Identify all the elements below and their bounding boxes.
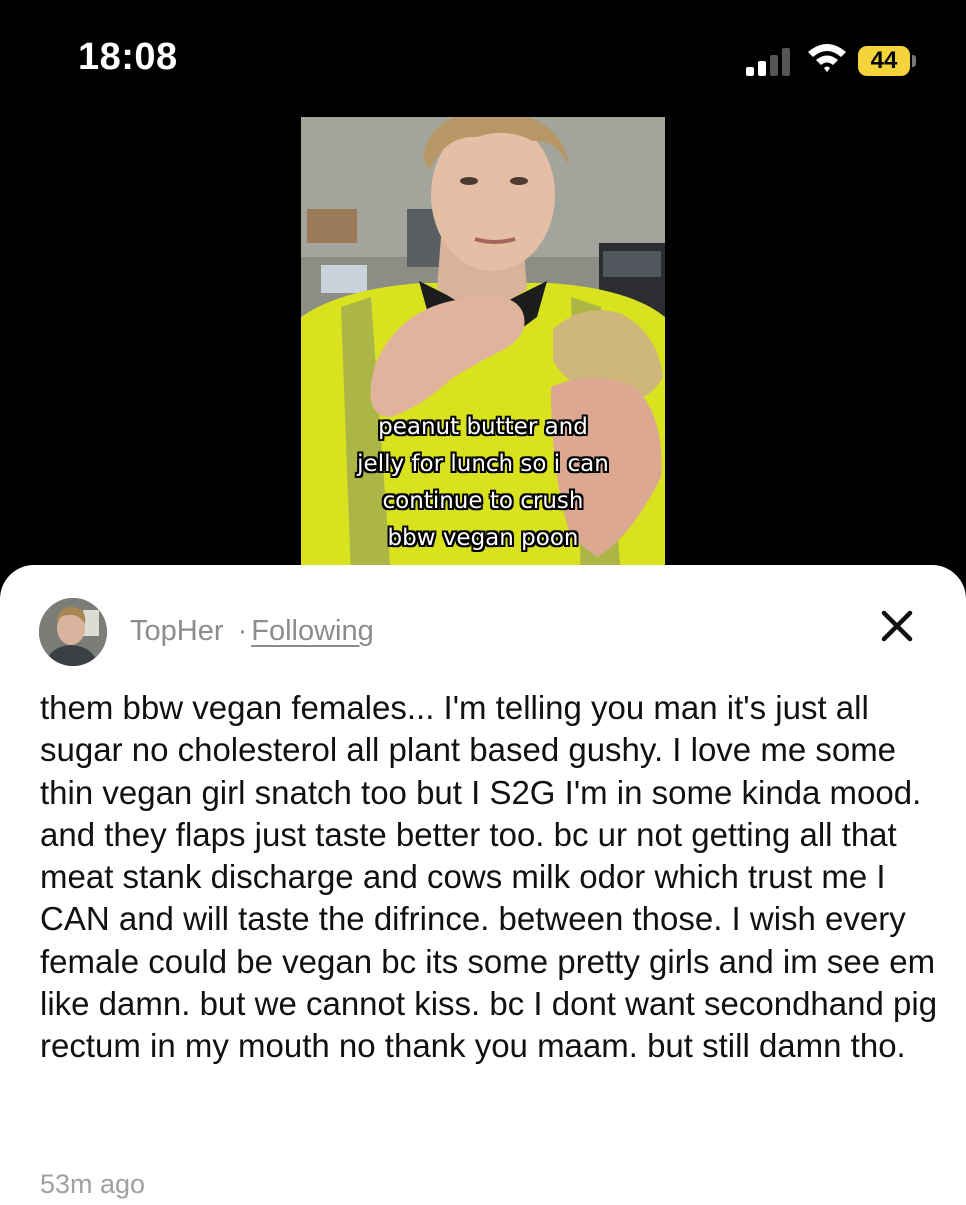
close-icon[interactable] xyxy=(876,605,918,647)
status-time: 18:08 xyxy=(78,36,178,78)
comment-text: them bbw vegan females... I'm telling yo… xyxy=(40,689,938,1065)
comment-sheet: TopHer · Following them bbw vegan females… xyxy=(0,565,966,1205)
comment-timestamp: 53m ago xyxy=(40,1169,146,1199)
avatar-image xyxy=(39,598,107,666)
follow-status-link[interactable]: Following xyxy=(251,615,374,647)
avatar[interactable] xyxy=(39,598,107,666)
battery-icon: 44 xyxy=(858,46,910,76)
caption-line: continue to crush xyxy=(382,488,584,514)
status-bar: 18:08 44 xyxy=(0,0,966,110)
caption-line: bbw vegan poon xyxy=(387,525,579,551)
video-thumbnail[interactable]: peanut butter and jelly for lunch so i c… xyxy=(301,117,665,577)
video-caption: peanut butter and jelly for lunch so i c… xyxy=(301,409,665,557)
caption-line: peanut butter and xyxy=(378,414,588,440)
cellular-signal-icon xyxy=(746,46,794,76)
author-name[interactable]: TopHer xyxy=(130,615,224,647)
author-line: TopHer · Following xyxy=(130,615,374,648)
separator-dot: · xyxy=(237,615,248,647)
caption-line: jelly for lunch so i can xyxy=(357,451,609,477)
battery-nub xyxy=(912,55,916,67)
wifi-icon xyxy=(808,44,846,72)
